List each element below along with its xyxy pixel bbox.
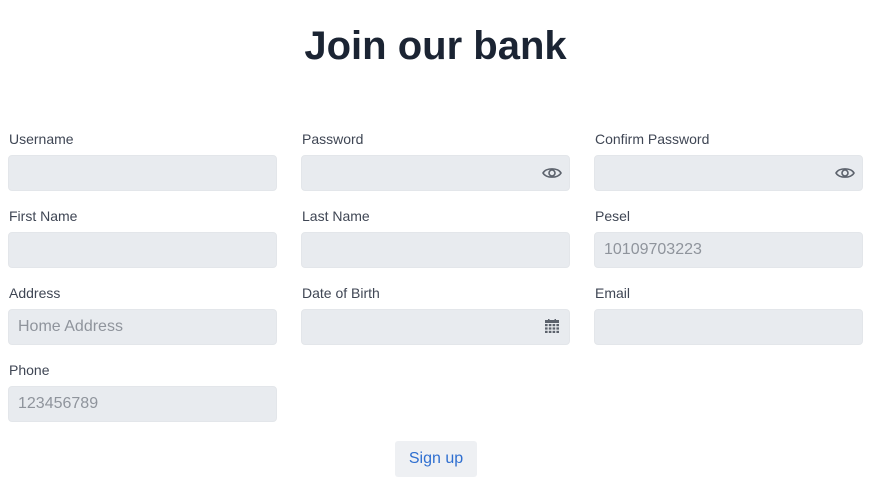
email-field: Email — [594, 284, 864, 345]
calendar-icon[interactable] — [542, 318, 562, 336]
address-input-box — [8, 309, 277, 345]
date-of-birth-label: Date of Birth — [302, 285, 380, 301]
sign-up-button[interactable]: Sign up — [395, 441, 477, 477]
eye-icon[interactable] — [835, 164, 855, 182]
pesel-input[interactable] — [595, 233, 862, 267]
username-input-box — [8, 155, 277, 191]
confirm-password-input-box — [594, 155, 863, 191]
last-name-input[interactable] — [302, 233, 569, 267]
confirm-password-field: Confirm Password — [594, 130, 864, 191]
first-name-input[interactable] — [9, 233, 276, 267]
password-input[interactable] — [302, 156, 569, 190]
email-input[interactable] — [595, 310, 862, 344]
password-label: Password — [302, 131, 364, 147]
email-input-box — [594, 309, 863, 345]
date-of-birth-input-box — [301, 309, 570, 345]
username-label: Username — [9, 131, 74, 147]
password-field: Password — [301, 130, 571, 191]
first-name-input-box — [8, 232, 277, 268]
password-input-box — [301, 155, 570, 191]
first-name-field: First Name — [8, 207, 278, 268]
last-name-field: Last Name — [301, 207, 571, 268]
phone-input-box — [8, 386, 277, 422]
pesel-field: Pesel — [594, 207, 864, 268]
username-input[interactable] — [9, 156, 276, 190]
date-of-birth-input[interactable] — [302, 310, 569, 344]
username-field: Username — [8, 130, 278, 191]
page-title: Join our bank — [304, 24, 567, 68]
first-name-label: First Name — [9, 208, 78, 224]
address-label: Address — [9, 285, 61, 301]
eye-icon[interactable] — [542, 164, 562, 182]
confirm-password-input[interactable] — [595, 156, 862, 190]
phone-label: Phone — [9, 362, 50, 378]
last-name-input-box — [301, 232, 570, 268]
pesel-input-box — [594, 232, 863, 268]
last-name-label: Last Name — [302, 208, 370, 224]
address-input[interactable] — [9, 310, 276, 344]
pesel-label: Pesel — [595, 208, 631, 224]
confirm-password-label: Confirm Password — [595, 131, 710, 147]
date-of-birth-field: Date of Birth — [301, 284, 571, 345]
email-label: Email — [595, 285, 631, 301]
phone-input[interactable] — [9, 387, 276, 421]
address-field: Address — [8, 284, 278, 345]
phone-field: Phone — [8, 361, 278, 422]
registration-page: Join our bank Username Password Confirm … — [0, 0, 871, 498]
